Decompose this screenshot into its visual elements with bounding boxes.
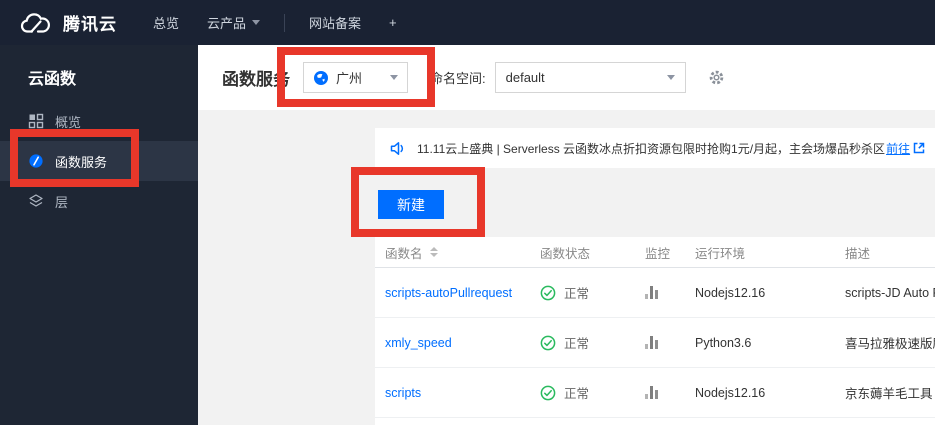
namespace-label: 命名空间: (430, 71, 486, 86)
promo-banner: 11.11云上盛典 | Serverless 云函数冰点折扣资源包限时抢购1元/… (375, 128, 935, 168)
region-value: 广州 (336, 71, 363, 86)
sort-icon[interactable] (429, 247, 438, 257)
status-text: 正常 (564, 287, 590, 301)
column-header-name[interactable]: 函数名 (375, 243, 540, 262)
status-check-icon (540, 385, 556, 401)
banner-text: 11.11云上盛典 | Serverless 云函数冰点折扣资源包限时抢购1元/… (417, 141, 886, 156)
add-tab-button[interactable]: + (375, 15, 411, 30)
table-row: scripts-autoPullrequest 正常 Nodejs12.16 s… (375, 268, 935, 318)
scf-function-icon (28, 153, 44, 169)
function-name-link[interactable]: xmly_speed (385, 336, 452, 350)
chevron-down-icon (390, 75, 398, 80)
status-text: 正常 (564, 387, 590, 401)
monitor-chart-icon[interactable] (645, 386, 660, 399)
column-header-label: 函数名 (385, 246, 423, 261)
chevron-down-icon (252, 20, 261, 25)
description-value: 京东薅羊毛工具 (845, 387, 933, 401)
grid-icon (28, 113, 44, 129)
nav-overview[interactable]: 总览 (139, 13, 193, 32)
table-row: scripts 正常 Nodejs12.16 京东薅羊毛工具 (375, 368, 935, 418)
function-name-link[interactable]: scripts (385, 386, 421, 400)
sidebar-item-function-service[interactable]: 函数服务 (0, 141, 198, 181)
nav-website-record-tab[interactable]: 网站备案 (295, 13, 375, 32)
runtime-value: Python3.6 (695, 335, 752, 350)
page-title: 函数服务 (222, 70, 290, 89)
description-value: scripts-JD Auto P (845, 285, 935, 300)
nav-divider (284, 13, 286, 32)
function-table: 函数名 函数状态 监控 运行环境 描述 scripts-autoPullrequ… (375, 237, 935, 425)
namespace-select[interactable]: default (494, 62, 686, 93)
table-row: xmly_speed 正常 Python3.6 喜马拉雅极速版刷 (375, 318, 935, 368)
region-selector[interactable]: 广州 (303, 62, 408, 93)
sidebar-item-label: 层 (55, 194, 69, 210)
banner-go-link[interactable]: 前往 (886, 140, 910, 157)
function-name-link[interactable]: scripts-autoPullrequest (385, 286, 512, 300)
create-function-button[interactable]: 新建 (378, 190, 444, 219)
column-header-status: 函数状态 (540, 246, 591, 261)
tencent-cloud-logo-icon (20, 11, 53, 35)
sidebar-item-overview[interactable]: 概览 (0, 101, 198, 141)
status-check-icon (540, 335, 556, 351)
status-text: 正常 (564, 337, 590, 351)
nav-cloud-products[interactable]: 云产品 (193, 13, 274, 32)
settings-gear-icon[interactable] (708, 69, 725, 86)
column-header-description: 描述 (845, 246, 871, 261)
sidebar: 云函数 概览 函数服务 层 (0, 45, 198, 425)
topbar: 腾讯云 总览 云产品 网站备案 + (0, 0, 935, 45)
megaphone-icon (390, 141, 407, 156)
table-header-row: 函数名 函数状态 监控 运行环境 描述 (375, 237, 935, 268)
layers-icon (28, 193, 44, 209)
brand[interactable]: 腾讯云 (20, 10, 117, 35)
main-content: 函数服务 广州 命名空间: default 11.11云上盛典 | Server… (198, 45, 935, 425)
sidebar-item-label: 函数服务 (55, 154, 108, 170)
brand-name: 腾讯云 (63, 15, 117, 34)
top-navigation: 总览 云产品 网站备案 + (139, 13, 411, 32)
column-header-monitor: 监控 (645, 246, 671, 261)
sidebar-item-layers[interactable]: 层 (0, 181, 198, 221)
monitor-chart-icon[interactable] (645, 286, 660, 299)
monitor-chart-icon[interactable] (645, 336, 660, 349)
description-value: 喜马拉雅极速版刷 (845, 337, 935, 351)
sidebar-title: 云函数 (28, 71, 77, 88)
status-check-icon (540, 285, 556, 301)
namespace-value: default (505, 70, 545, 85)
chevron-down-icon (666, 75, 675, 80)
runtime-value: Nodejs12.16 (695, 285, 766, 300)
sidebar-item-label: 概览 (55, 114, 82, 130)
runtime-value: Nodejs12.16 (695, 385, 766, 400)
page-header: 函数服务 广州 命名空间: default (198, 45, 935, 110)
column-header-runtime: 运行环境 (695, 246, 746, 261)
globe-icon (313, 70, 329, 86)
nav-cloud-products-label: 云产品 (207, 16, 247, 31)
external-link-icon[interactable] (913, 142, 925, 154)
